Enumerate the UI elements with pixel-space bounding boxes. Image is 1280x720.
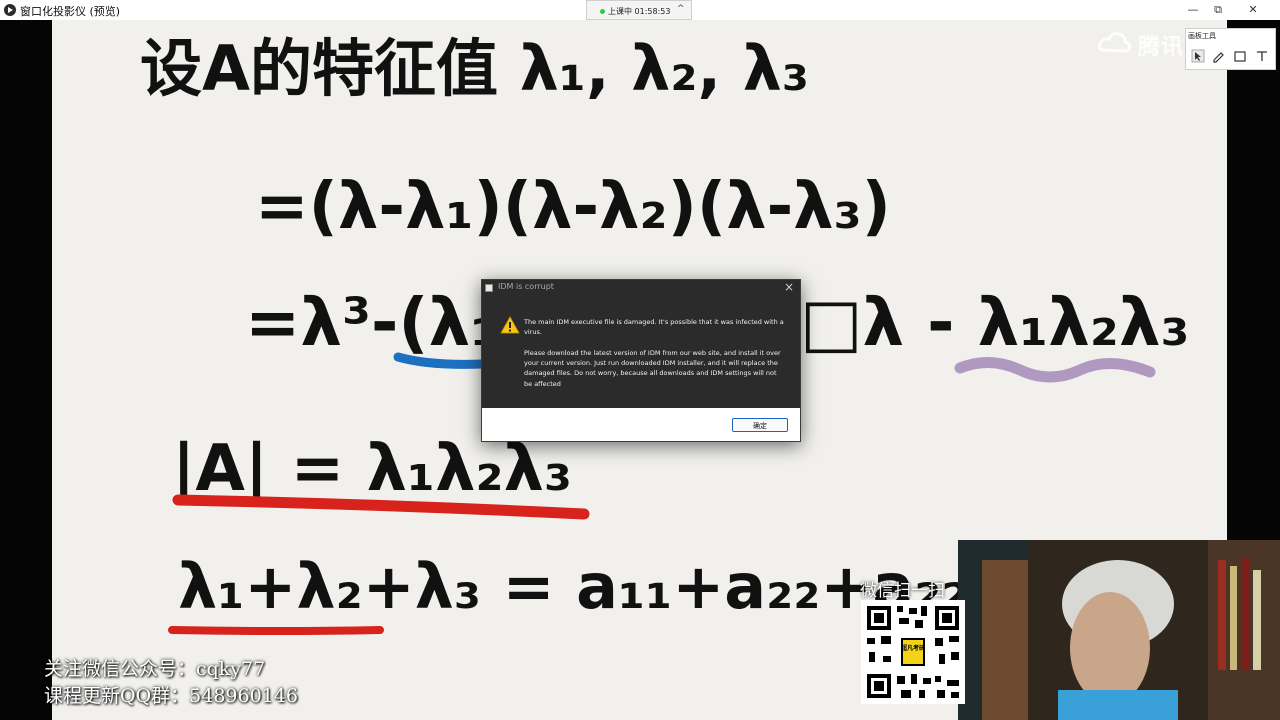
- dialog-message-damaged: The main IDM executive file is damaged. …: [524, 318, 784, 337]
- ok-button[interactable]: 确定: [732, 418, 788, 432]
- restore-button[interactable]: ⧉: [1207, 1, 1229, 18]
- chevron-up-icon[interactable]: ^: [677, 4, 685, 14]
- rectangle-tool-icon[interactable]: [1233, 49, 1247, 63]
- text-tool-icon[interactable]: [1255, 49, 1269, 63]
- app-icon: [4, 4, 16, 16]
- dialog-close-button[interactable]: ×: [784, 280, 794, 294]
- live-indicator-icon: [600, 9, 605, 14]
- caption-qq-group: 课程更新QQ群：548960146: [44, 685, 298, 707]
- idm-app-icon: [485, 284, 493, 292]
- board-line-expanded-right: □λ - λ₁λ₂λ₃: [800, 284, 1190, 361]
- qr-label: 微信扫一扫: [860, 581, 945, 601]
- wechat-qr-code[interactable]: 超凡考研: [861, 600, 965, 704]
- purple-underline: [954, 357, 1156, 383]
- drawing-toolbar-title: 画板工具: [1188, 32, 1216, 40]
- qr-center-label: 超凡考研: [900, 644, 925, 652]
- drawing-toolbar: 画板工具: [1185, 28, 1276, 70]
- class-status-pill[interactable]: 上课中 01:58:53 ^: [586, 0, 692, 20]
- red-underline-trace: [168, 626, 384, 635]
- window-title-bar: 窗口化投影仪 (预览) 上课中 01:58:53 ^ — ⧉ ✕: [0, 0, 1280, 21]
- board-line-factored: =(λ-λ₁)(λ-λ₂)(λ-λ₃): [255, 170, 891, 244]
- watermark-text: 腾讯: [1138, 35, 1185, 60]
- tencent-cloud-logo-icon: [1098, 32, 1131, 53]
- select-tool-icon[interactable]: [1191, 49, 1205, 63]
- webcam-feed: [958, 540, 1280, 720]
- board-line-eigenvalues: 设A的特征值 λ₁, λ₂, λ₃: [140, 32, 809, 105]
- window-title: 窗口化投影仪 (预览): [20, 5, 121, 18]
- caption-wechat-account: 关注微信公众号：cqky77: [44, 658, 266, 680]
- board-line-expanded-left: =λ³-(λ₁: [245, 284, 499, 361]
- qr-code-icon: 超凡考研: [867, 606, 959, 698]
- minimize-button[interactable]: —: [1182, 1, 1204, 18]
- board-line-determinant: |A| = λ₁λ₂λ₃: [172, 432, 572, 506]
- class-timer: 上课中 01:58:53: [608, 7, 671, 16]
- webcam-image: [958, 540, 1280, 720]
- pen-tool-icon[interactable]: [1211, 49, 1225, 63]
- dialog-message-instructions: Please download the latest version of ID…: [524, 349, 781, 388]
- dialog-footer: 确定: [482, 408, 800, 441]
- close-button[interactable]: ✕: [1242, 1, 1264, 18]
- board-line-trace: λ₁+λ₂+λ₃ = a₁₁+a₂₂+a₂₂: [178, 550, 969, 623]
- dialog-title: IDM is corrupt: [498, 282, 554, 291]
- idm-error-dialog: IDM is corrupt × The main IDM executive …: [481, 279, 801, 442]
- warning-icon: [500, 316, 520, 334]
